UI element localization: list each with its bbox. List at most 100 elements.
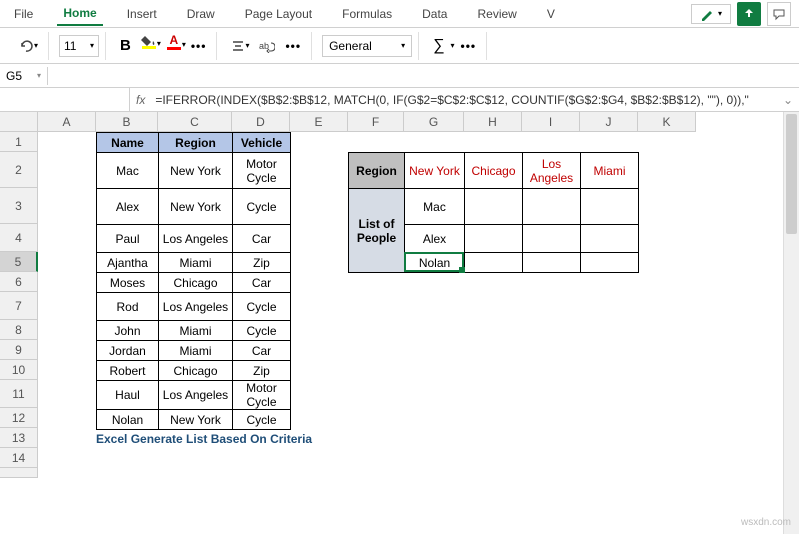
region-label-cell[interactable]: Region xyxy=(349,153,405,189)
row-header-10[interactable]: 10 xyxy=(0,360,38,380)
cell[interactable]: Motor Cycle xyxy=(233,381,291,410)
row-header-13[interactable]: 13 xyxy=(0,428,38,448)
cell[interactable]: Los Angeles xyxy=(523,153,581,189)
share-button[interactable] xyxy=(737,2,761,26)
cell[interactable]: Ajantha xyxy=(97,253,159,273)
menu-data[interactable]: Data xyxy=(416,3,453,25)
sheet-caption[interactable]: Excel Generate List Based On Criteria xyxy=(96,432,312,446)
cell[interactable]: New York xyxy=(159,153,233,189)
cell[interactable] xyxy=(581,225,639,253)
cell[interactable]: Alex xyxy=(405,225,465,253)
col-header-b[interactable]: B xyxy=(96,112,158,132)
row-header-7[interactable]: 7 xyxy=(0,292,38,320)
row-header-9[interactable]: 9 xyxy=(0,340,38,360)
draw-pen-button[interactable]: ▾ xyxy=(691,4,731,24)
comments-button[interactable] xyxy=(767,2,791,26)
cell[interactable]: Miami xyxy=(159,341,233,361)
col-header-i[interactable]: I xyxy=(522,112,580,132)
row-header-14[interactable]: 14 xyxy=(0,448,38,468)
cell[interactable]: Nolan xyxy=(405,253,465,273)
cell[interactable]: Car xyxy=(233,225,291,253)
cell[interactable] xyxy=(465,253,523,273)
cell[interactable]: John xyxy=(97,321,159,341)
cell[interactable]: Robert xyxy=(97,361,159,381)
col-header-h[interactable]: H xyxy=(464,112,522,132)
cell[interactable]: Car xyxy=(233,273,291,293)
cell[interactable] xyxy=(465,189,523,225)
cell[interactable]: Los Angeles xyxy=(159,225,233,253)
bold-button[interactable]: B xyxy=(116,35,135,56)
col-header-k[interactable]: K xyxy=(638,112,696,132)
cell[interactable] xyxy=(465,225,523,253)
cell[interactable]: Chicago xyxy=(159,361,233,381)
row-header-11[interactable]: 11 xyxy=(0,380,38,408)
cell[interactable]: Cycle xyxy=(233,293,291,321)
menu-draw[interactable]: Draw xyxy=(181,3,221,25)
row-header-15[interactable] xyxy=(0,468,38,478)
table-header-cell[interactable]: Vehicle xyxy=(233,133,291,153)
formula-expand-button[interactable]: ⌄ xyxy=(777,93,799,107)
row-header-3[interactable]: 3 xyxy=(0,188,38,224)
cell[interactable] xyxy=(523,189,581,225)
cell[interactable]: Los Angeles xyxy=(159,293,233,321)
col-header-a[interactable]: A xyxy=(38,112,96,132)
cell[interactable]: Jordan xyxy=(97,341,159,361)
menu-formulas[interactable]: Formulas xyxy=(336,3,398,25)
cell[interactable]: Moses xyxy=(97,273,159,293)
autosum-button[interactable]: ∑ xyxy=(429,35,448,57)
vertical-scrollbar[interactable] xyxy=(783,112,799,534)
fx-icon[interactable]: fx xyxy=(130,93,151,107)
col-header-e[interactable]: E xyxy=(290,112,348,132)
row-header-2[interactable]: 2 xyxy=(0,152,38,188)
row-header-1[interactable]: 1 xyxy=(0,132,38,152)
name-box[interactable]: G5 xyxy=(0,67,48,85)
row-header-8[interactable]: 8 xyxy=(0,320,38,340)
menu-file[interactable]: File xyxy=(8,3,39,25)
menu-page-layout[interactable]: Page Layout xyxy=(239,3,318,25)
cell[interactable]: Rod xyxy=(97,293,159,321)
cell[interactable]: Cycle xyxy=(233,189,291,225)
col-header-d[interactable]: D xyxy=(232,112,290,132)
menu-home[interactable]: Home xyxy=(57,2,102,26)
align-center-button[interactable]: ▾ xyxy=(227,37,253,55)
cell[interactable]: Los Angeles xyxy=(159,381,233,410)
fill-color-button[interactable]: ▾ xyxy=(137,32,161,60)
cell[interactable]: Haul xyxy=(97,381,159,410)
cell[interactable]: Nolan xyxy=(97,410,159,430)
more-editing-button[interactable]: ••• xyxy=(457,37,481,55)
list-label-cell[interactable]: List of People xyxy=(349,189,405,273)
cell[interactable]: Miami xyxy=(159,321,233,341)
number-format-select[interactable]: General xyxy=(322,35,412,57)
menu-review[interactable]: Review xyxy=(471,3,522,25)
cell[interactable] xyxy=(523,253,581,273)
cell[interactable]: New York xyxy=(159,189,233,225)
col-header-c[interactable]: C xyxy=(158,112,232,132)
select-all-corner[interactable] xyxy=(0,112,38,132)
row-header-12[interactable]: 12 xyxy=(0,408,38,428)
more-align-button[interactable]: ••• xyxy=(281,37,305,55)
cell[interactable]: Alex xyxy=(97,189,159,225)
more-font-button[interactable]: ••• xyxy=(187,37,211,55)
col-header-f[interactable]: F xyxy=(348,112,404,132)
row-header-6[interactable]: 6 xyxy=(0,272,38,292)
wrap-text-button[interactable]: ab xyxy=(255,37,279,55)
table-header-cell[interactable]: Name xyxy=(97,133,159,153)
worksheet-grid[interactable]: Name Region Vehicle MacNew YorkMotor Cyc… xyxy=(38,132,799,532)
cell[interactable]: Car xyxy=(233,341,291,361)
col-header-g[interactable]: G xyxy=(404,112,464,132)
table-header-cell[interactable]: Region xyxy=(159,133,233,153)
scrollbar-thumb[interactable] xyxy=(786,114,797,234)
cell[interactable]: Cycle xyxy=(233,410,291,430)
fontsize-input[interactable]: 11 xyxy=(59,35,99,57)
cell[interactable]: Zip xyxy=(233,253,291,273)
row-header-5[interactable]: 5 xyxy=(0,252,38,272)
cell[interactable] xyxy=(523,225,581,253)
col-header-j[interactable]: J xyxy=(580,112,638,132)
cell[interactable] xyxy=(581,253,639,273)
cell[interactable]: New York xyxy=(405,153,465,189)
cell[interactable]: Mac xyxy=(405,189,465,225)
undo-button[interactable]: ▾ xyxy=(14,36,42,56)
cell[interactable]: Miami xyxy=(159,253,233,273)
cell[interactable]: Mac xyxy=(97,153,159,189)
cell[interactable]: Miami xyxy=(581,153,639,189)
